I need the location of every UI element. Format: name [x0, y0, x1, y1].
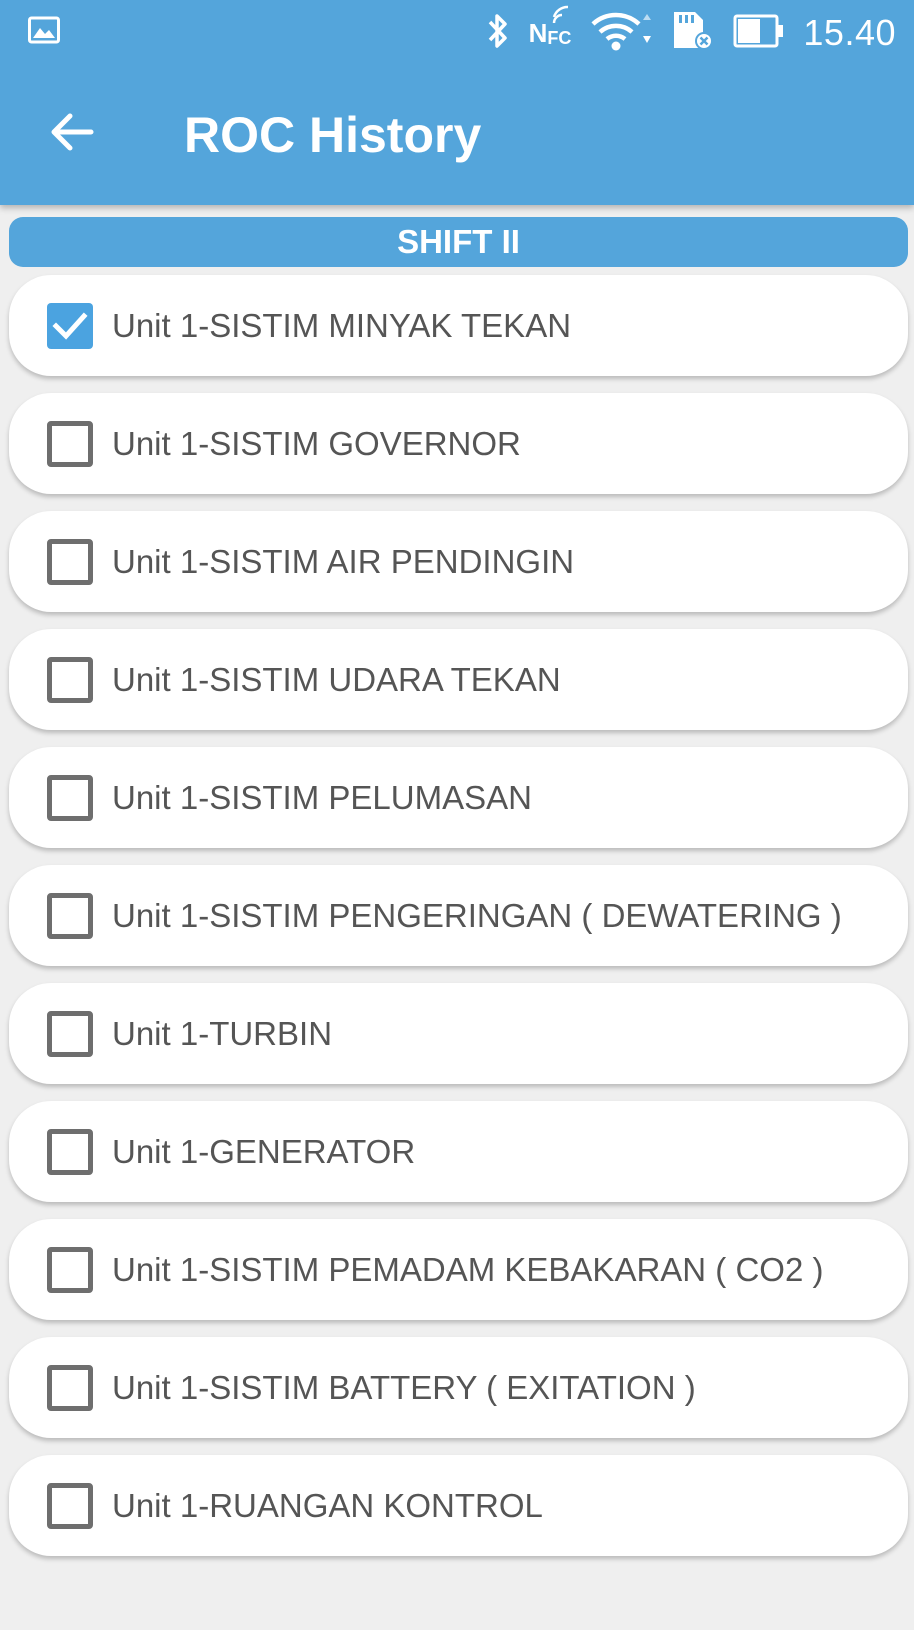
checklist-item-label: Unit 1-SISTIM PEMADAM KEBAKARAN ( CO2 )	[112, 1250, 824, 1288]
checklist-item[interactable]: Unit 1-SISTIM PEMADAM KEBAKARAN ( CO2 )	[9, 1219, 908, 1320]
checkmark-icon	[52, 312, 88, 340]
checkbox-unchecked[interactable]	[47, 657, 93, 703]
shift-header: SHIFT II	[9, 217, 908, 267]
checkbox-unchecked[interactable]	[47, 539, 93, 585]
checklist-item-label: Unit 1-SISTIM BATTERY ( EXITATION )	[112, 1368, 696, 1406]
checklist-item-label: Unit 1-TURBIN	[112, 1014, 333, 1052]
back-button[interactable]	[38, 100, 106, 168]
checklist-item-label: Unit 1-RUANGAN KONTROL	[112, 1486, 543, 1524]
checklist-item[interactable]: Unit 1-SISTIM MINYAK TEKAN	[9, 275, 908, 376]
bluetooth-icon	[485, 11, 511, 56]
checkbox-unchecked[interactable]	[47, 421, 93, 467]
toolbar: ROC History	[0, 80, 914, 190]
checklist-item-label: Unit 1-GENERATOR	[112, 1132, 416, 1170]
checklist-item[interactable]: Unit 1-SISTIM UDARA TEKAN	[9, 629, 908, 730]
checklist-item[interactable]: Unit 1-GENERATOR	[9, 1101, 908, 1202]
page-title: ROC History	[184, 107, 482, 163]
checklist-item-label: Unit 1-SISTIM PENGERINGAN ( DEWATERING )	[112, 896, 842, 934]
checkbox-checked[interactable]	[47, 303, 93, 349]
checklist-item-label: Unit 1-SISTIM UDARA TEKAN	[112, 660, 561, 698]
checklist-item[interactable]: Unit 1-RUANGAN KONTROL	[9, 1455, 908, 1556]
status-time: 15.40	[803, 12, 896, 53]
checklist-item-label: Unit 1-SISTIM PELUMASAN	[112, 778, 532, 816]
status-bar: N FC 15.40	[0, 0, 914, 66]
checkbox-unchecked[interactable]	[47, 775, 93, 821]
checklist-item[interactable]: Unit 1-SISTIM PENGERINGAN ( DEWATERING )	[9, 865, 908, 966]
checkbox-unchecked[interactable]	[47, 1129, 93, 1175]
app-bar: N FC 15.40 ROC History	[0, 0, 914, 205]
battery-icon	[733, 14, 785, 53]
checkbox-unchecked[interactable]	[47, 1247, 93, 1293]
checklist-item[interactable]: Unit 1-SISTIM GOVERNOR	[9, 393, 908, 494]
checkbox-unchecked[interactable]	[47, 1483, 93, 1529]
image-icon	[28, 16, 60, 48]
shift-label: SHIFT II	[397, 223, 520, 260]
nfc-icon: N FC	[529, 5, 571, 49]
content-area: SHIFT II Unit 1-SISTIM MINYAK TEKAN Unit …	[0, 205, 914, 1630]
checklist-item[interactable]: Unit 1-TURBIN	[9, 983, 908, 1084]
checkbox-unchecked[interactable]	[47, 1365, 93, 1411]
checklist-item[interactable]: Unit 1-SISTIM PELUMASAN	[9, 747, 908, 848]
checklist-item-label: Unit 1-SISTIM GOVERNOR	[112, 424, 521, 462]
arrow-left-icon	[49, 112, 95, 157]
checkbox-unchecked[interactable]	[47, 893, 93, 939]
wifi-icon	[589, 10, 653, 57]
checklist-item[interactable]: Unit 1-SISTIM AIR PENDINGIN	[9, 511, 908, 612]
checklist-item-label: Unit 1-SISTIM AIR PENDINGIN	[112, 542, 575, 580]
checkbox-unchecked[interactable]	[47, 1011, 93, 1057]
sd-card-icon	[671, 10, 715, 57]
checklist-item-label: Unit 1-SISTIM MINYAK TEKAN	[112, 306, 572, 344]
checklist-item[interactable]: Unit 1-SISTIM BATTERY ( EXITATION )	[9, 1337, 908, 1438]
